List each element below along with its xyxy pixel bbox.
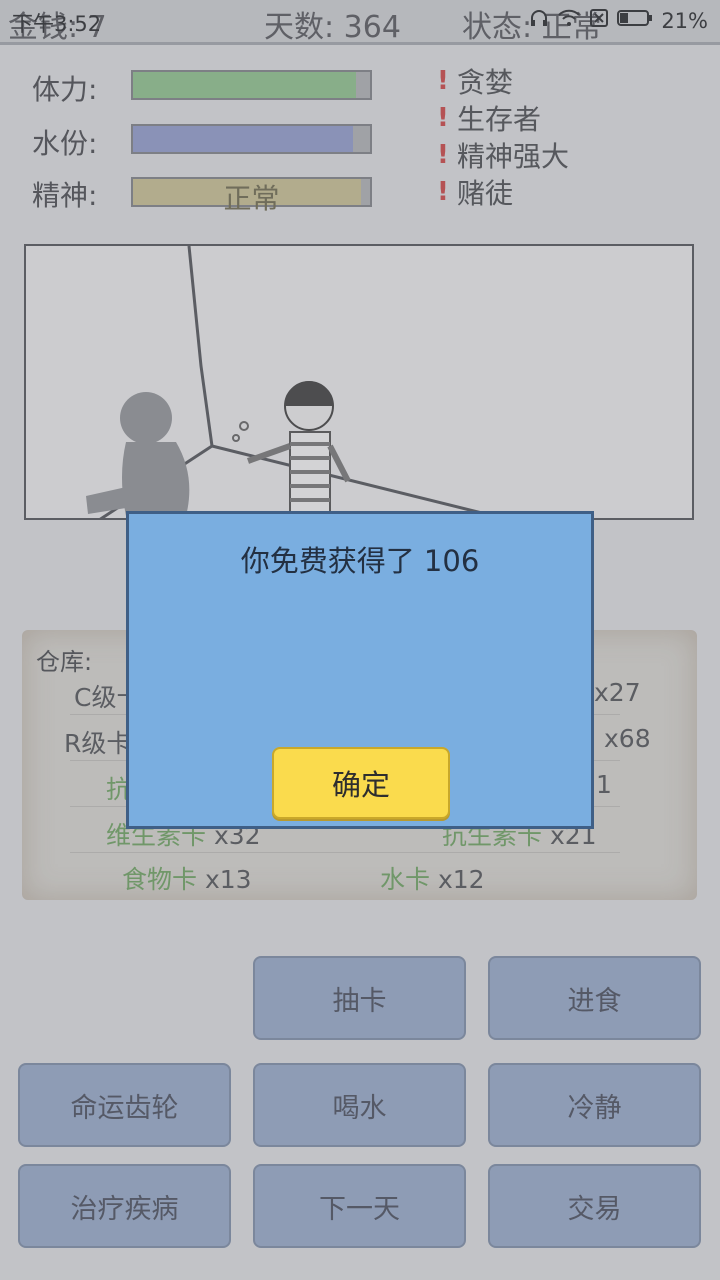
dialog-message: 你免费获得了 106 (240, 544, 480, 578)
reward-dialog: 你免费获得了 106 确定 (126, 511, 594, 829)
confirm-button[interactable]: 确定 (272, 747, 450, 819)
game-screen: 金钱: 7 天数: 364 状态: 正常 下午3:52 21% 体力: 水份: (0, 0, 720, 1280)
